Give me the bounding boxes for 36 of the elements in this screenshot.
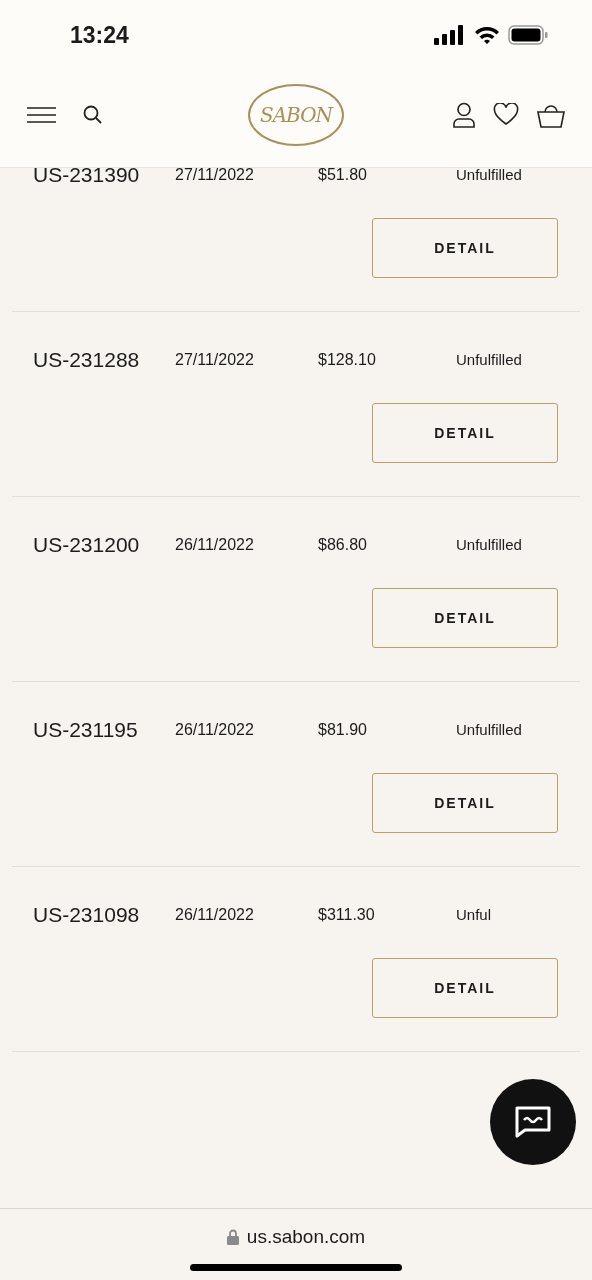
lock-icon <box>226 1229 239 1246</box>
order-total: $311.30 <box>318 905 376 925</box>
account-icon[interactable] <box>453 101 475 128</box>
order-number: US-231195 <box>33 717 139 743</box>
order-status: Unfulfilled <box>456 168 523 185</box>
status-time: 13:24 <box>70 20 129 50</box>
detail-button[interactable]: DETAIL <box>372 588 558 648</box>
order-total: $81.90 <box>318 720 368 740</box>
order-status: Unfulfilled <box>456 534 523 555</box>
order-date: 26/11/2022 <box>175 535 255 555</box>
order-date: 26/11/2022 <box>175 905 255 925</box>
signal-icon <box>434 25 466 45</box>
url-text[interactable]: us.sabon.com <box>246 1223 366 1252</box>
order-date: 26/11/2022 <box>175 720 255 740</box>
battery-icon <box>508 25 548 45</box>
search-icon[interactable] <box>83 105 102 124</box>
detail-button[interactable]: DETAIL <box>372 403 558 463</box>
order-total: $51.80 <box>318 168 368 185</box>
chat-icon <box>515 1106 551 1138</box>
order-total: $128.10 <box>318 350 377 370</box>
wifi-icon <box>474 25 500 45</box>
order-number: US-231200 <box>33 532 141 558</box>
order-date: 27/11/2022 <box>175 168 255 185</box>
order-status: Unfulfilled <box>456 349 523 370</box>
order-total: $86.80 <box>318 535 368 555</box>
heart-icon[interactable] <box>493 103 519 126</box>
menu-icon[interactable] <box>27 106 56 123</box>
detail-button[interactable]: DETAIL <box>372 218 558 278</box>
order-number: US-231390 <box>33 168 141 188</box>
order-date: 27/11/2022 <box>175 350 255 370</box>
order-number: US-231288 <box>33 347 141 373</box>
detail-button[interactable]: DETAIL <box>372 958 558 1018</box>
order-status: Unful <box>456 904 493 925</box>
detail-button[interactable]: DETAIL <box>372 773 558 833</box>
order-status: Unfulfilled <box>456 719 523 740</box>
order-number: US-231098 <box>33 902 141 928</box>
